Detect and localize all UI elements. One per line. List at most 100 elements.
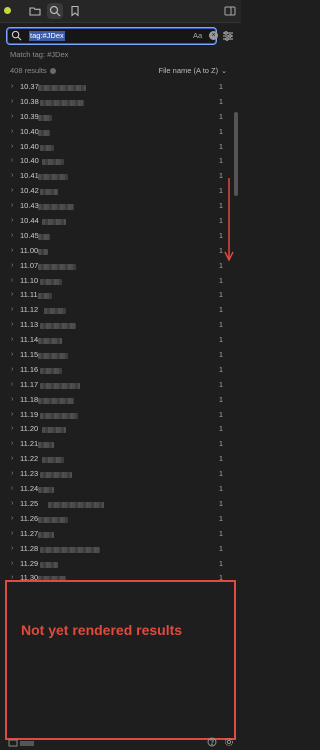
result-file-name: 10.40 — [20, 126, 39, 136]
result-file-row[interactable]: › 10.41 1 — [0, 169, 233, 184]
result-file-row[interactable]: › 10.44 1 — [0, 214, 233, 229]
chevron-right-icon[interactable]: › — [11, 512, 13, 527]
result-file-row[interactable]: › 11.14 1 — [0, 333, 233, 348]
chevron-right-icon[interactable]: › — [11, 408, 13, 423]
result-file-row[interactable]: › 10.40 1 — [0, 125, 233, 140]
redacted-title — [40, 561, 58, 568]
chevron-right-icon[interactable]: › — [11, 333, 13, 348]
chevron-right-icon[interactable]: › — [11, 557, 13, 572]
chevron-right-icon[interactable]: › — [11, 497, 13, 512]
chevron-right-icon[interactable]: › — [11, 348, 13, 363]
chevron-right-icon[interactable]: › — [11, 467, 13, 482]
result-file-row[interactable]: › 11.27 1 — [0, 527, 233, 542]
sort-dropdown[interactable]: File name (A to Z) ⌄ — [159, 66, 227, 75]
folder-icon[interactable] — [27, 3, 43, 19]
redacted-title — [40, 546, 100, 553]
result-file-row[interactable]: › 10.40 1 — [0, 154, 233, 169]
result-match-count: 1 — [218, 394, 223, 404]
sidebar-toggle-icon[interactable] — [223, 4, 237, 18]
chevron-right-icon[interactable]: › — [11, 214, 13, 229]
result-file-row[interactable]: › 11.15 1 — [0, 348, 233, 363]
result-file-row[interactable]: › 10.38 1 — [0, 95, 233, 110]
chevron-right-icon[interactable]: › — [11, 482, 13, 497]
result-file-row[interactable]: › 11.07 1 — [0, 259, 233, 274]
redacted-title — [40, 412, 78, 419]
result-file-row[interactable]: › 10.45 1 — [0, 229, 233, 244]
redacted-title — [42, 219, 66, 226]
chevron-right-icon[interactable]: › — [11, 125, 13, 140]
chevron-right-icon[interactable]: › — [11, 184, 13, 199]
chevron-right-icon[interactable]: › — [11, 244, 13, 259]
result-file-row[interactable]: › 11.13 1 — [0, 318, 233, 333]
chevron-right-icon[interactable]: › — [11, 452, 13, 467]
result-file-row[interactable]: › 11.23 1 — [0, 467, 233, 482]
result-file-row[interactable]: › 11.21 1 — [0, 437, 233, 452]
result-file-name: 11.12 — [20, 305, 39, 315]
chevron-right-icon[interactable]: › — [11, 199, 13, 214]
chevron-right-icon[interactable]: › — [11, 437, 13, 452]
result-file-row[interactable]: › 10.37 1 — [0, 80, 233, 95]
result-file-row[interactable]: › 11.17 1 — [0, 378, 233, 393]
vault-icon[interactable] — [8, 739, 18, 747]
search-input[interactable]: tag:#JDex Aa × — [6, 27, 218, 45]
chevron-right-icon[interactable]: › — [11, 288, 13, 303]
result-match-count: 1 — [218, 111, 223, 121]
result-file-name: 11.20 — [20, 424, 39, 434]
chevron-right-icon[interactable]: › — [11, 154, 13, 169]
chevron-right-icon[interactable]: › — [11, 80, 13, 95]
chevron-right-icon[interactable]: › — [11, 542, 13, 557]
gear-icon[interactable] — [224, 737, 234, 747]
result-file-row[interactable]: › 11.10 1 — [0, 274, 233, 289]
result-file-name: 10.44 — [20, 216, 39, 226]
result-file-name: 10.40 — [20, 141, 39, 151]
result-file-row[interactable]: › 10.42 1 — [0, 184, 233, 199]
chevron-right-icon[interactable]: › — [11, 318, 13, 333]
match-case-toggle[interactable]: Aa — [193, 31, 202, 40]
result-file-row[interactable]: › 11.25 1 — [0, 497, 233, 512]
chevron-right-icon[interactable]: › — [11, 303, 13, 318]
result-file-row[interactable]: › 11.24 1 — [0, 482, 233, 497]
result-file-row[interactable]: › 11.11 1 — [0, 288, 233, 303]
chevron-right-icon[interactable]: › — [11, 110, 13, 125]
chevron-right-icon[interactable]: › — [11, 259, 13, 274]
search-icon[interactable] — [47, 3, 63, 19]
result-file-row[interactable]: › 10.40 1 — [0, 140, 233, 155]
result-file-row[interactable]: › 10.39 1 — [0, 110, 233, 125]
result-match-count: 1 — [218, 156, 223, 166]
help-icon[interactable] — [207, 737, 217, 747]
chevron-right-icon[interactable]: › — [11, 378, 13, 393]
result-file-row[interactable]: › 11.22 1 — [0, 452, 233, 467]
search-icon — [11, 30, 22, 41]
result-file-row[interactable]: › 11.12 1 — [0, 303, 233, 318]
close-icon[interactable]: × — [209, 31, 218, 40]
results-count: 408 results — [10, 66, 56, 75]
redacted-title — [40, 278, 62, 285]
chevron-right-icon[interactable]: › — [11, 169, 13, 184]
window-close-button[interactable] — [4, 7, 11, 14]
result-file-row[interactable]: › 11.16 1 — [0, 363, 233, 378]
chevron-right-icon[interactable]: › — [11, 363, 13, 378]
result-file-row[interactable]: › 11.26 1 — [0, 512, 233, 527]
result-file-row[interactable]: › 11.00 1 — [0, 244, 233, 259]
result-file-row[interactable]: › 11.19 1 — [0, 408, 233, 423]
chevron-right-icon[interactable]: › — [11, 422, 13, 437]
chevron-right-icon[interactable]: › — [11, 527, 13, 542]
result-file-row[interactable]: › 10.43 1 — [0, 199, 233, 214]
result-file-row[interactable]: › 11.29 1 — [0, 557, 233, 572]
chevron-right-icon[interactable]: › — [11, 274, 13, 289]
search-query-text[interactable]: tag:#JDex — [29, 31, 65, 41]
chevron-right-icon[interactable]: › — [11, 229, 13, 244]
result-file-row[interactable]: › 11.20 1 — [0, 422, 233, 437]
result-match-count: 1 — [218, 513, 223, 523]
chevron-right-icon[interactable]: › — [11, 393, 13, 408]
result-file-row[interactable]: › 11.28 1 — [0, 542, 233, 557]
settings-sliders-icon[interactable] — [221, 29, 235, 43]
result-file-name: 10.42 — [20, 186, 39, 196]
bookmark-icon[interactable] — [67, 3, 83, 19]
result-file-name: 11.19 — [20, 409, 39, 419]
result-file-row[interactable]: › 11.18 1 — [0, 393, 233, 408]
title-bar — [0, 0, 241, 23]
chevron-right-icon[interactable]: › — [11, 95, 13, 110]
chevron-right-icon[interactable]: › — [11, 140, 13, 155]
result-match-count: 1 — [218, 335, 223, 345]
